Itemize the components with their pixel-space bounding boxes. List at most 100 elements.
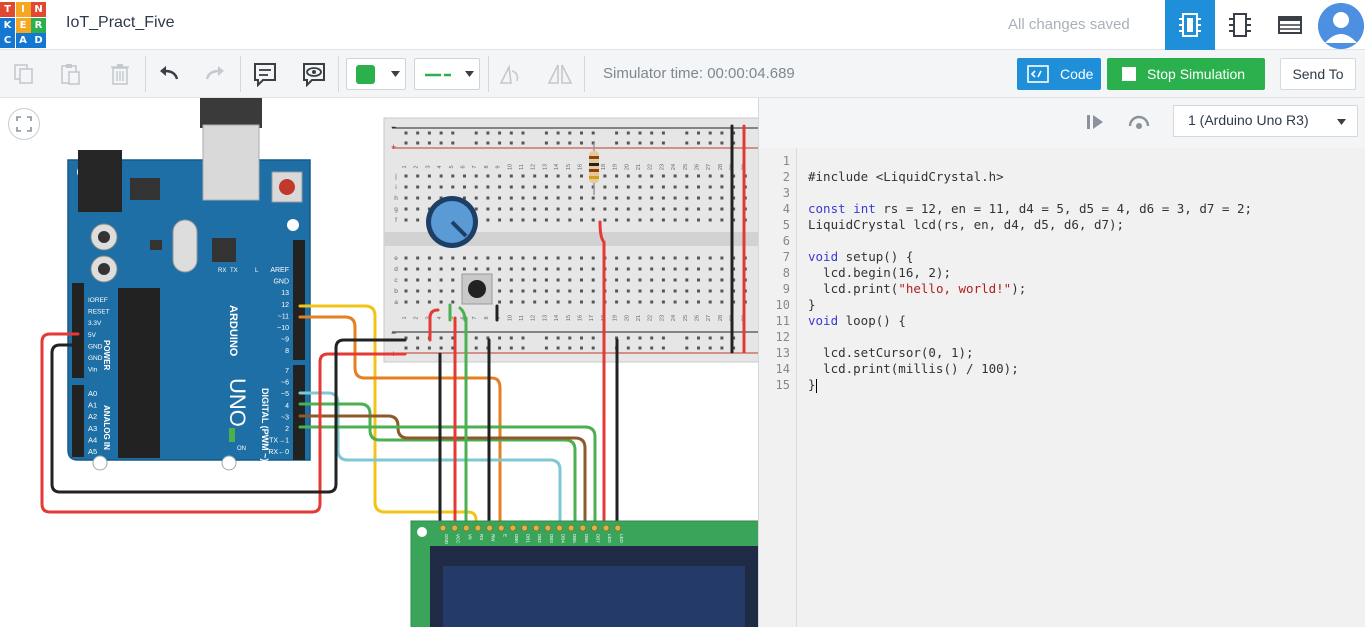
code-line[interactable]: const int rs = 12, en = 11, d4 = 5, d5 =…	[808, 201, 1252, 217]
breadboard-hole	[439, 289, 443, 293]
rail-hole	[544, 336, 548, 340]
breadboard-hole	[533, 267, 537, 271]
lcd-pin[interactable]	[591, 524, 598, 532]
project-title[interactable]: IoT_Pract_Five	[66, 14, 174, 32]
breadboard-hole	[533, 278, 537, 282]
lcd-pin[interactable]	[579, 524, 587, 532]
breadboard-hole	[603, 174, 607, 178]
code-line[interactable]: #include <LiquidCrystal.h>	[808, 169, 1004, 185]
lcd-pin[interactable]	[544, 524, 552, 532]
user-avatar[interactable]	[1318, 3, 1364, 49]
rail-hole	[498, 141, 502, 145]
mirror-icon	[547, 64, 573, 84]
code-line[interactable]: void loop() {	[808, 313, 906, 329]
rail-hole	[591, 131, 595, 135]
breadboard-hole	[486, 185, 490, 189]
analog-pin-label: A0	[88, 389, 97, 398]
code-line[interactable]: lcd.setCursor(0, 1);	[808, 345, 974, 361]
lcd-pin[interactable]	[567, 524, 575, 532]
circuit-canvas[interactable]: ARDUINO UNO DIGITAL (PWM ~) POWER ANALOG…	[0, 98, 758, 627]
code-line[interactable]: }	[808, 297, 816, 313]
tinkercad-logo[interactable]: TIN KER CAD	[0, 2, 46, 48]
lcd-16x2[interactable]: GND VCC V0 RS RW E DB0 DB1 DB2 DB3 DB4 DB5 DB6 DB7 LED…	[410, 520, 758, 627]
flip-button[interactable]	[544, 58, 576, 90]
wire-type-dropdown[interactable]	[414, 58, 480, 90]
lcd-pin[interactable]	[532, 524, 540, 532]
rotate-button[interactable]	[494, 58, 526, 90]
breadboard-hole	[404, 174, 408, 178]
code-line[interactable]: lcd.print(millis() / 100);	[808, 361, 1019, 377]
breadboard-hole	[556, 185, 560, 189]
lcd-pin[interactable]	[439, 524, 447, 532]
lcd-pin[interactable]	[451, 524, 459, 532]
breadboard-hole	[720, 300, 724, 304]
code-line[interactable]: LiquidCrystal lcd(rs, en, d4, d5, d6, d7…	[808, 217, 1124, 233]
breadboard-column-label: 15	[566, 315, 572, 321]
breadboard-hole	[626, 300, 630, 304]
lcd-pin[interactable]	[602, 524, 610, 532]
notes-visibility-button[interactable]	[298, 58, 330, 90]
breadboard-hole	[626, 289, 630, 293]
code-button[interactable]: Code	[1017, 58, 1101, 90]
rail-hole	[439, 131, 443, 135]
lcd-pin[interactable]	[486, 524, 494, 532]
lcd-pin[interactable]	[614, 524, 622, 532]
breadboard-hole	[685, 207, 689, 211]
fit-view-button[interactable]	[8, 108, 40, 140]
rail-hole	[474, 141, 478, 145]
step-button[interactable]	[1083, 110, 1107, 134]
breadboard-hole	[626, 278, 630, 282]
code-line[interactable]: void setup() {	[808, 249, 913, 265]
lcd-pin[interactable]	[497, 524, 505, 532]
code-line[interactable]: lcd.begin(16, 2);	[808, 265, 951, 281]
breadboard-hole	[685, 196, 689, 200]
rail-hole	[416, 336, 420, 340]
pushbutton[interactable]	[461, 273, 493, 305]
code-line[interactable]: lcd.print("hello, world!");	[808, 281, 1026, 297]
paste-button[interactable]	[54, 58, 86, 90]
notes-button[interactable]	[249, 58, 281, 90]
breadboard-hole	[439, 256, 443, 260]
undo-button[interactable]	[153, 58, 185, 90]
breadboard-hole	[591, 207, 595, 211]
rail-hole	[685, 336, 689, 340]
lcd-pin[interactable]	[521, 524, 528, 532]
arduino-uno-board[interactable]: ARDUINO UNO DIGITAL (PWM ~) POWER ANALOG…	[67, 98, 311, 471]
color-picker-dropdown[interactable]	[346, 58, 406, 90]
potentiometer[interactable]	[426, 196, 478, 248]
copy-button[interactable]	[8, 58, 40, 90]
rail-hole	[720, 336, 724, 340]
stop-simulation-button[interactable]: Stop Simulation	[1107, 58, 1265, 90]
rail-hole	[650, 131, 654, 135]
arduino-model: UNO	[225, 378, 250, 427]
chevron-down-icon	[391, 71, 400, 77]
board-select-dropdown[interactable]: 1 (Arduino Uno R3)	[1173, 105, 1358, 137]
digital-pin-label: ~5	[281, 391, 289, 398]
redo-button[interactable]	[199, 58, 231, 90]
rail-hole	[416, 346, 420, 350]
lcd-pin[interactable]	[509, 524, 517, 532]
rail-hole	[474, 336, 478, 340]
send-to-button[interactable]: Send To	[1280, 58, 1356, 90]
breadboard-hole	[626, 196, 630, 200]
lcd-pin[interactable]	[474, 524, 482, 532]
breadboard-hole	[638, 300, 642, 304]
debugger-button[interactable]	[1127, 110, 1151, 134]
component-list-button[interactable]	[1265, 0, 1315, 50]
breadboard-hole	[685, 174, 689, 178]
schematic-view-button[interactable]	[1215, 0, 1265, 50]
breadboard-hole	[626, 207, 630, 211]
on-label: ON	[237, 446, 246, 452]
code-editor[interactable]: 1 2 3 4 5 6 7 8 9 10 11 12 13 14 15 #include <LiquidCr…	[759, 148, 1365, 627]
lcd-pin[interactable]	[556, 524, 563, 532]
breadboard-hole	[416, 256, 420, 260]
code-line[interactable]: }	[808, 377, 817, 393]
rail-hole	[720, 346, 724, 350]
circuit-view-button[interactable]	[1165, 0, 1215, 50]
delete-button[interactable]	[104, 58, 136, 90]
breadboard-hole	[615, 256, 619, 260]
breadboard-hole	[673, 289, 677, 293]
breadboard-column-label: 14	[554, 164, 560, 170]
lcd-pin[interactable]	[462, 524, 470, 532]
rail-hole	[544, 141, 548, 145]
